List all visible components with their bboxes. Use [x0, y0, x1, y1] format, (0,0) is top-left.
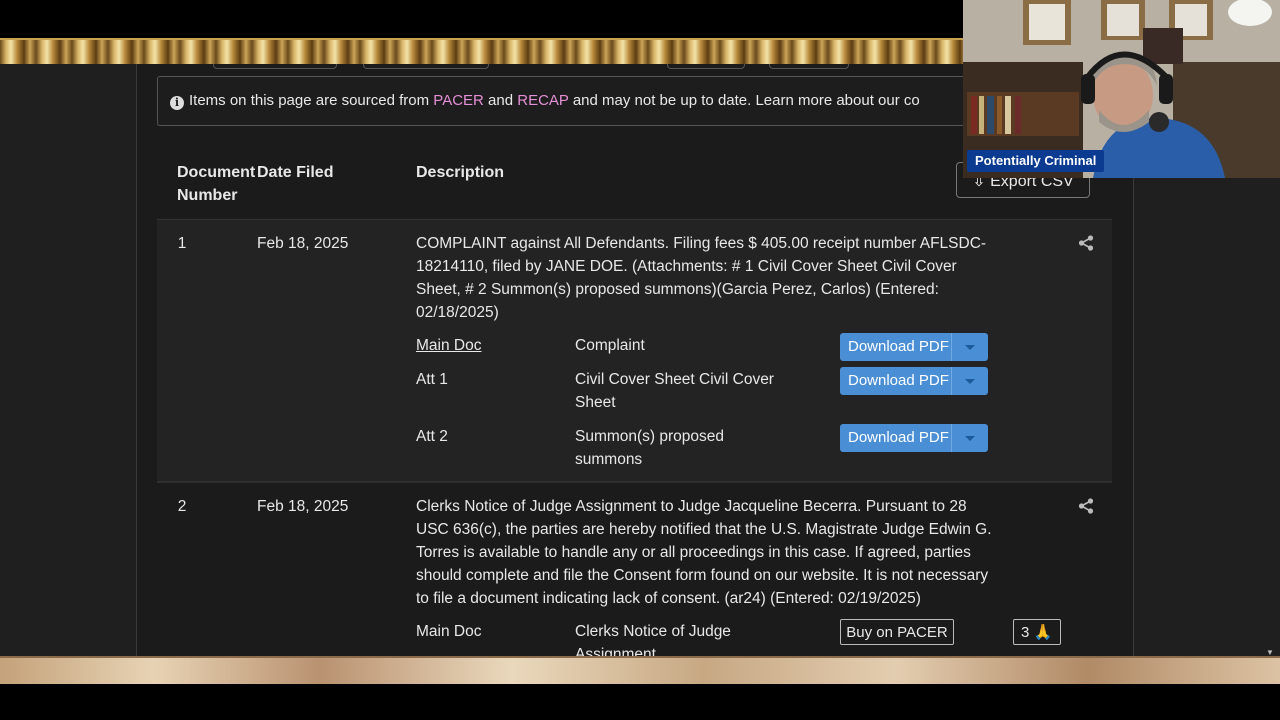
request-count-button[interactable]: 3 🙏: [1013, 619, 1061, 645]
header-label: Document: [177, 164, 256, 181]
main-doc-label: Main Doc: [416, 623, 482, 640]
chevron-down-icon[interactable]: [951, 367, 988, 395]
docket-entry: 1 Feb 18, 2025 COMPLAINT against All Def…: [157, 219, 1112, 482]
entry-date: Feb 18, 2025: [257, 235, 349, 252]
entry-description: COMPLAINT against All Defendants. Filing…: [416, 232, 1016, 324]
attachment-link[interactable]: Att 1: [416, 368, 448, 391]
doc-description: Summon(s) proposed summons: [575, 425, 724, 471]
buy-on-pacer-button[interactable]: Buy on PACER: [840, 619, 954, 645]
download-pdf-button[interactable]: Download PDF: [840, 367, 988, 395]
entry-number: 2: [177, 498, 187, 515]
description-line: summons: [575, 451, 643, 468]
description-line: should complete and file the Consent for…: [416, 567, 989, 584]
tab-remnant[interactable]: [213, 64, 337, 69]
description-line: Torres is available to handle any or all…: [416, 544, 971, 561]
description-line: to file a document indicating lack of co…: [416, 590, 921, 607]
attachment-link[interactable]: Att 2: [416, 425, 448, 448]
button-label: Download PDF: [848, 372, 949, 389]
chevron-down-icon[interactable]: [951, 424, 988, 452]
notice-text: and: [483, 92, 518, 109]
button-label: Download PDF: [848, 338, 949, 355]
learn-more-link[interactable]: and may not be up to date. Learn more ab…: [569, 92, 920, 109]
webcam-name-label: Potentially Criminal: [967, 150, 1105, 172]
pacer-link[interactable]: PACER: [433, 92, 484, 109]
recap-link[interactable]: RECAP: [517, 92, 568, 109]
tab-remnant[interactable]: [769, 64, 849, 69]
entry-date: Feb 18, 2025: [257, 498, 349, 515]
header-label: Number: [177, 187, 238, 204]
description-line: Summon(s) proposed: [575, 428, 725, 445]
header-description: Description: [416, 164, 505, 181]
description-line: Sheet, # 2 Summon(s) proposed summons)(G…: [416, 281, 939, 298]
entry-description: Clerks Notice of Judge Assignment to Jud…: [416, 495, 1026, 610]
button-label: Download PDF: [848, 429, 949, 446]
marble-frame-bottom: [0, 656, 1280, 684]
header-document-number[interactable]: Document Number: [177, 161, 255, 207]
info-icon: i: [170, 96, 184, 110]
chevron-down-icon[interactable]: [951, 333, 988, 361]
share-icon[interactable]: [1078, 498, 1094, 514]
description-line: COMPLAINT against All Defendants. Filing…: [416, 235, 987, 252]
doc-description: Clerks Notice of Judge Assignment: [575, 620, 731, 656]
description-line: 18214110, filed by JANE DOE. (Attachment…: [416, 258, 957, 275]
download-pdf-button[interactable]: Download PDF: [840, 424, 988, 452]
entry-number: 1: [177, 235, 187, 252]
header-date-filed[interactable]: Date Filed: [257, 161, 333, 184]
description-line: USC 636(c), the parties are hereby notif…: [416, 521, 992, 538]
source-notice: i Items on this page are sourced from PAC…: [157, 76, 1030, 126]
notice-text: Items on this page are sourced from: [189, 92, 434, 109]
tab-remnant[interactable]: [667, 64, 745, 69]
doc-description: Civil Cover Sheet Civil Cover Sheet: [575, 368, 774, 414]
tab-remnant[interactable]: [363, 64, 489, 69]
main-doc-link[interactable]: Main Doc: [416, 334, 481, 357]
share-icon[interactable]: [1078, 235, 1094, 251]
description-line: Sheet: [575, 394, 616, 411]
description-line: Clerks Notice of Judge Assignment to Jud…: [416, 498, 967, 515]
download-pdf-button[interactable]: Download PDF: [840, 333, 988, 361]
description-line: Civil Cover Sheet Civil Cover: [575, 371, 774, 388]
description-line: Clerks Notice of Judge: [575, 623, 731, 640]
doc-description: Complaint: [575, 337, 645, 354]
description-line: Assignment: [575, 646, 656, 656]
description-line: 02/18/2025): [416, 304, 499, 321]
docket-entry: 2 Feb 18, 2025 Clerks Notice of Judge As…: [157, 481, 1112, 656]
scroll-down-arrow-icon[interactable]: ▼: [1266, 648, 1278, 656]
